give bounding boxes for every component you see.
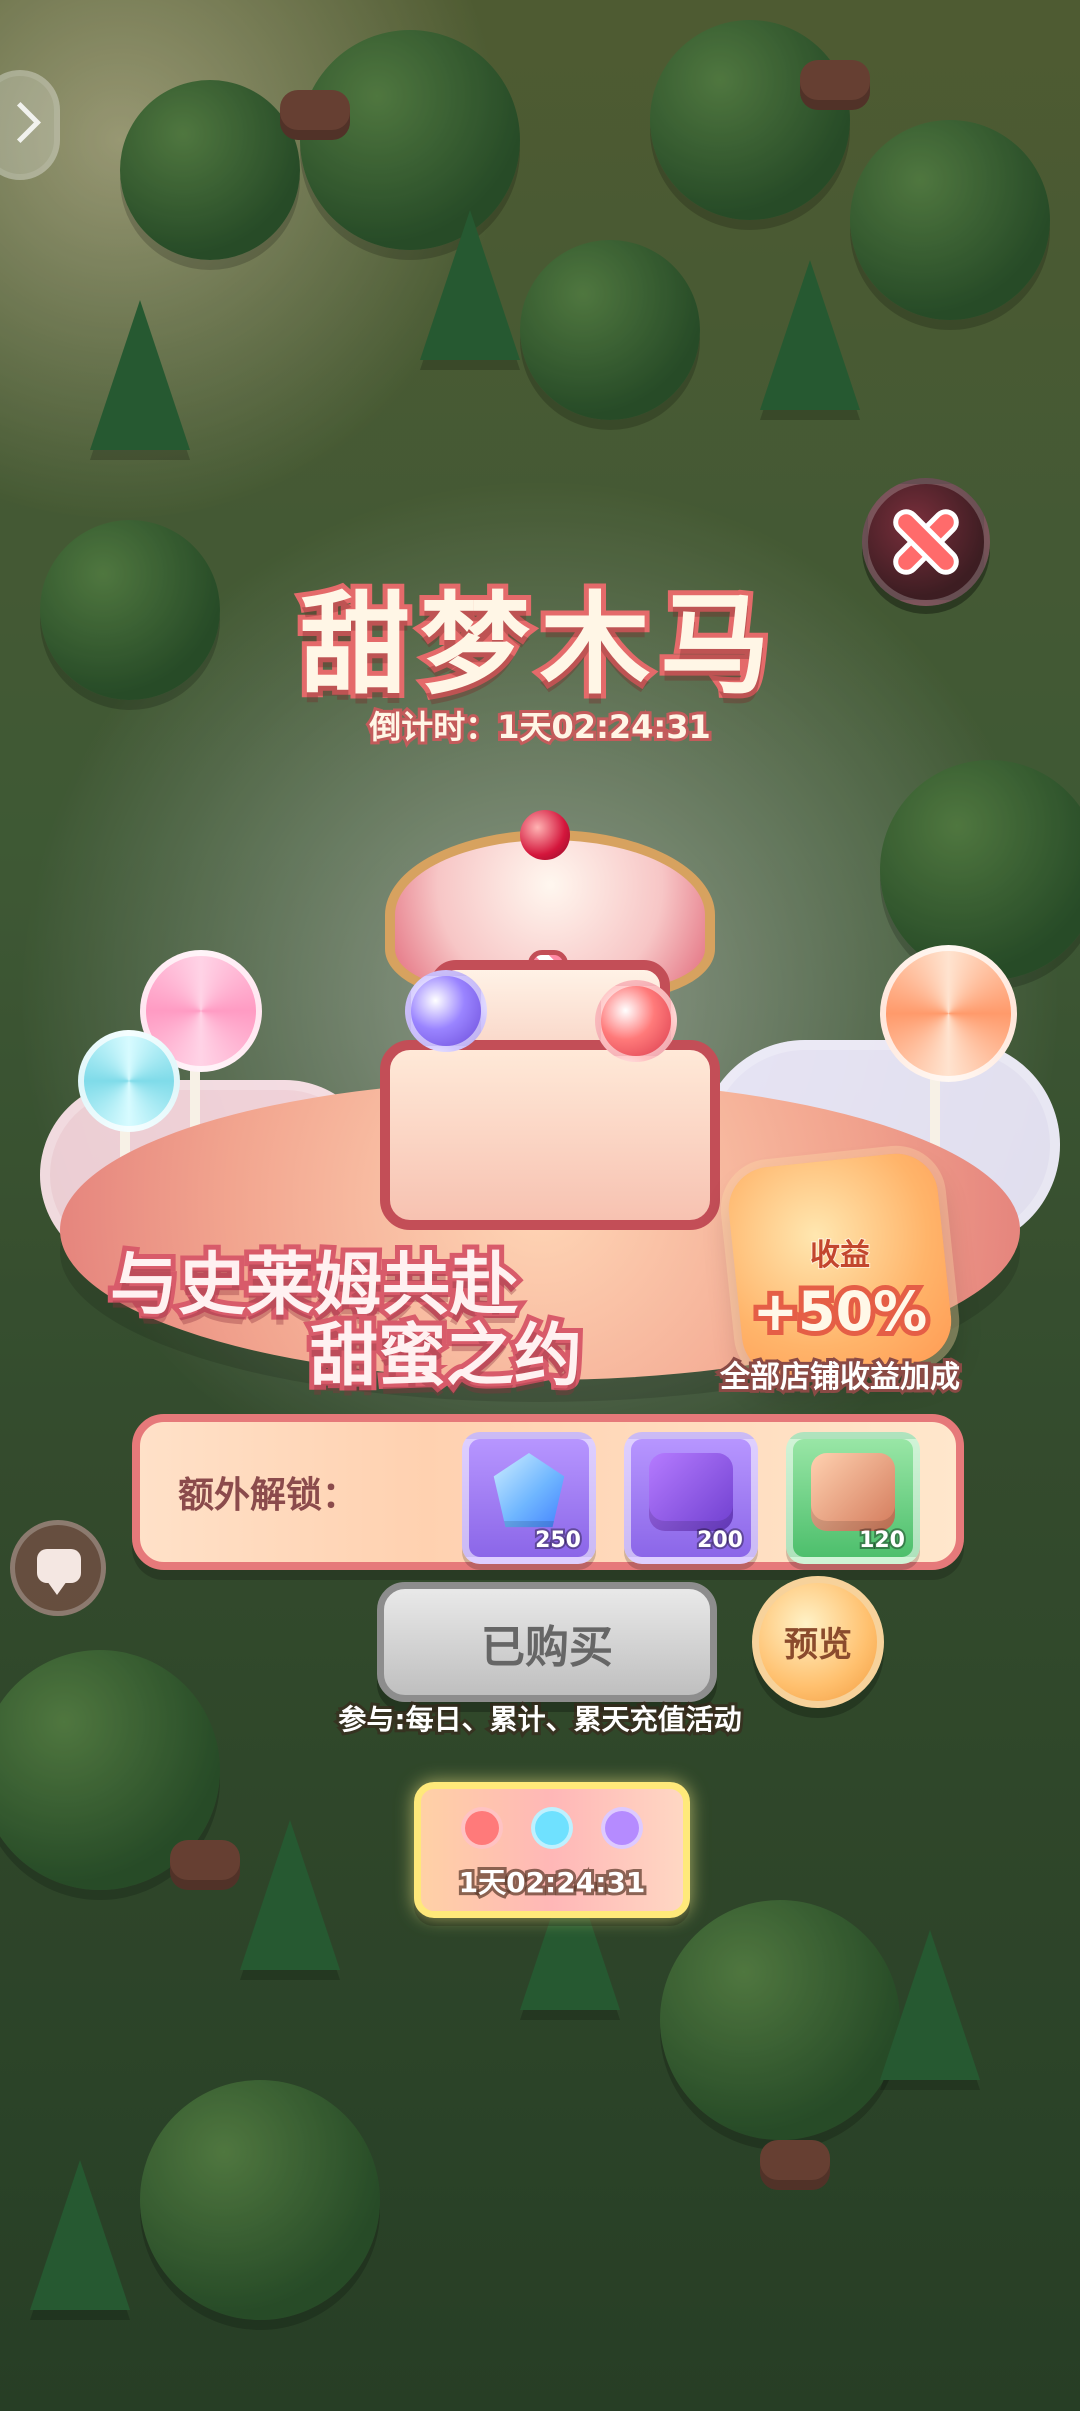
preview-button-label: 预览 xyxy=(784,1625,852,1665)
slime-rider-red xyxy=(595,980,677,1062)
event-countdown: 倒计时：1天02:24:31 xyxy=(366,705,713,749)
chevron-right-icon xyxy=(0,101,42,144)
bonus-value: +50% xyxy=(748,1275,933,1348)
side-expand-button[interactable] xyxy=(0,70,60,180)
reward-slot-crystal[interactable]: 250 xyxy=(462,1432,596,1564)
reward-count: 250 xyxy=(533,1526,583,1555)
thumbnail-slime-blue xyxy=(531,1807,573,1849)
chat-button[interactable] xyxy=(10,1520,106,1616)
reward-count: 200 xyxy=(695,1526,745,1555)
reward-slot-book[interactable]: 200 xyxy=(624,1432,758,1564)
reward-slot-card-coins[interactable]: 120 xyxy=(786,1432,920,1564)
extra-unlock-bar: 额外解锁： 250 200 120 xyxy=(132,1414,964,1570)
card-coins-icon xyxy=(811,1453,895,1531)
preview-button[interactable]: 预览 xyxy=(752,1576,884,1708)
participation-note: 参与:每日、累计、累天充值活动 xyxy=(335,1700,744,1739)
book-icon xyxy=(649,1453,733,1531)
cherry-decoration xyxy=(520,810,570,860)
crystal-icon xyxy=(493,1453,565,1528)
event-slogan: 与史莱姆共赴 甜蜜之约 xyxy=(105,1245,587,1398)
cake-tier-bottom xyxy=(380,1040,720,1230)
purchased-button[interactable]: 已购买 xyxy=(377,1582,717,1702)
lollipop-blue-decoration xyxy=(78,1030,180,1132)
event-thumbnail[interactable]: 1天02:24:31 xyxy=(414,1782,690,1918)
lollipop-orange-decoration xyxy=(880,945,1017,1082)
thumbnail-slime-red xyxy=(461,1807,503,1849)
thumbnail-slime-purple xyxy=(601,1807,643,1849)
purchased-button-label: 已购买 xyxy=(481,1622,613,1673)
chat-icon xyxy=(37,1549,81,1595)
reward-count: 120 xyxy=(857,1526,907,1555)
slogan-line-1: 与史莱姆共赴 xyxy=(105,1245,523,1326)
slogan-line-2: 甜蜜之约 xyxy=(305,1316,587,1398)
slime-rider-purple xyxy=(405,970,487,1052)
extra-unlock-label: 额外解锁： xyxy=(178,1475,359,1516)
bonus-description: 全部店铺收益加成 xyxy=(717,1357,963,1398)
event-title: 甜梦木马 xyxy=(295,576,780,714)
bonus-title: 收益 xyxy=(809,1237,871,1274)
thumbnail-timer: 1天02:24:31 xyxy=(456,1863,649,1902)
cake-carousel-illustration xyxy=(300,790,780,1270)
